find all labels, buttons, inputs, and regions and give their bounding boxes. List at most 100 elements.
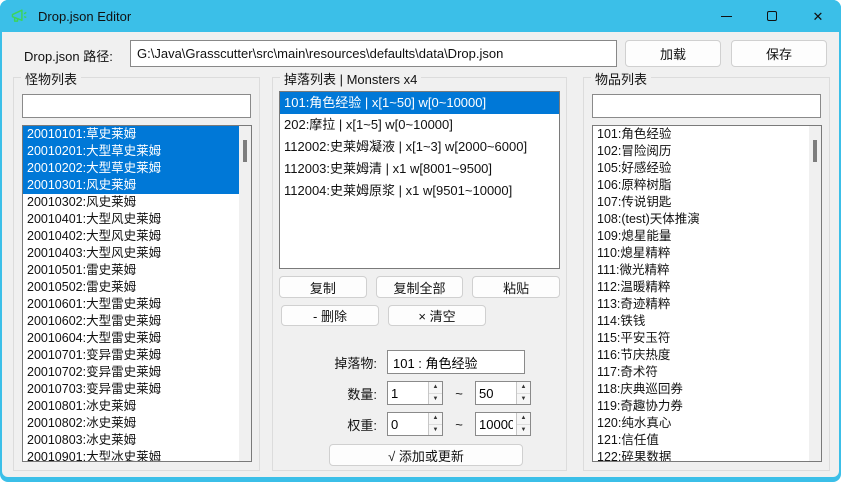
list-item[interactable]: 112002:史莱姆凝液 | x[1~3] w[2000~6000]: [280, 136, 559, 158]
list-item[interactable]: 20010602:大型雷史莱姆: [23, 313, 251, 330]
monster-list-scrollbar[interactable]: [239, 126, 251, 461]
list-item[interactable]: 112:温暖精粹: [593, 279, 821, 296]
spin-up-icon[interactable]: ▲: [517, 382, 530, 394]
count-max-input[interactable]: [476, 382, 516, 404]
list-item[interactable]: 20010502:雷史莱姆: [23, 279, 251, 296]
list-item[interactable]: 121:信任值: [593, 432, 821, 449]
list-item[interactable]: 105:好感经验: [593, 160, 821, 177]
list-item[interactable]: 106:原粹树脂: [593, 177, 821, 194]
list-item[interactable]: 20010702:变异雷史莱姆: [23, 364, 251, 381]
list-item[interactable]: 117:奇术符: [593, 364, 821, 381]
item-search-input[interactable]: [592, 94, 821, 118]
list-item[interactable]: 20010604:大型雷史莱姆: [23, 330, 251, 347]
count-row: 数量: ▲ ▼ ~ ▲ ▼: [301, 381, 556, 405]
spin-down-icon[interactable]: ▼: [517, 425, 530, 436]
list-item[interactable]: 20010901:大型冰史莱姆: [23, 449, 251, 462]
list-item[interactable]: 110:熄星精粹: [593, 245, 821, 262]
app-window: Drop.json Editor ✕ Drop.json 路径: 加载 保存 怪…: [0, 0, 841, 482]
list-item[interactable]: 111:微光精粹: [593, 262, 821, 279]
load-button[interactable]: 加载: [625, 40, 721, 67]
drop-panel-title: 掉落列表 | Monsters x4: [280, 69, 421, 88]
list-item[interactable]: 107:传说钥匙: [593, 194, 821, 211]
count-label: 数量:: [301, 384, 377, 403]
item-panel-title: 物品列表: [591, 69, 651, 88]
list-item[interactable]: 20010201:大型草史莱姆: [23, 143, 251, 160]
list-item[interactable]: 20010803:冰史莱姆: [23, 432, 251, 449]
count-max-stepper[interactable]: ▲ ▼: [475, 381, 531, 405]
item-list[interactable]: 101:角色经验102:冒险阅历105:好感经验106:原粹树脂107:传说钥匙…: [592, 125, 822, 462]
list-item[interactable]: 20010701:变异雷史莱姆: [23, 347, 251, 364]
list-item[interactable]: 119:奇趣协力券: [593, 398, 821, 415]
drop-button-row-1: 复制 复制全部 粘贴: [279, 276, 560, 298]
list-item[interactable]: 20010501:雷史莱姆: [23, 262, 251, 279]
weight-min-stepper[interactable]: ▲ ▼: [387, 412, 443, 436]
spin-down-icon[interactable]: ▼: [517, 394, 530, 405]
list-item[interactable]: 116:节庆热度: [593, 347, 821, 364]
monster-panel-title: 怪物列表: [21, 69, 81, 88]
item-list-scrollbar[interactable]: [809, 126, 821, 461]
add-or-update-button[interactable]: √ 添加或更新: [329, 444, 523, 466]
list-item[interactable]: 102:冒险阅历: [593, 143, 821, 160]
spin-down-icon[interactable]: ▼: [429, 394, 442, 405]
monster-scroll-thumb[interactable]: [243, 140, 247, 162]
drop-item-input[interactable]: [387, 350, 525, 374]
paste-button[interactable]: 粘贴: [472, 276, 560, 298]
list-item[interactable]: 112004:史莱姆原浆 | x1 w[9501~10000]: [280, 180, 559, 202]
copy-button[interactable]: 复制: [279, 276, 367, 298]
list-item[interactable]: 20010802:冰史莱姆: [23, 415, 251, 432]
count-min-input[interactable]: [388, 382, 428, 404]
list-item[interactable]: 202:摩拉 | x[1~5] w[0~10000]: [280, 114, 559, 136]
minimize-button[interactable]: [703, 0, 749, 32]
list-item[interactable]: 120:纯水真心: [593, 415, 821, 432]
close-button[interactable]: ✕: [795, 0, 841, 32]
list-item[interactable]: 20010703:变异雷史莱姆: [23, 381, 251, 398]
list-item[interactable]: 20010402:大型风史莱姆: [23, 228, 251, 245]
list-item[interactable]: 20010101:草史莱姆: [23, 126, 251, 143]
list-item[interactable]: 108:(test)天体推演: [593, 211, 821, 228]
drop-item-row: 掉落物:: [301, 350, 556, 374]
list-item[interactable]: 118:庆典巡回券: [593, 381, 821, 398]
weight-min-input[interactable]: [388, 413, 428, 435]
weight-label: 权重:: [301, 415, 377, 434]
app-megaphone-icon: [10, 7, 30, 25]
list-item[interactable]: 20010301:风史莱姆: [23, 177, 251, 194]
drop-list[interactable]: 101:角色经验 | x[1~50] w[0~10000]202:摩拉 | x[…: [279, 91, 560, 269]
list-item[interactable]: 113:奇迹精粹: [593, 296, 821, 313]
window-title: Drop.json Editor: [38, 9, 131, 24]
list-item[interactable]: 20010202:大型草史莱姆: [23, 160, 251, 177]
list-item[interactable]: 114:铁钱: [593, 313, 821, 330]
spin-up-icon[interactable]: ▲: [517, 413, 530, 425]
copy-all-button[interactable]: 复制全部: [376, 276, 464, 298]
list-item[interactable]: 20010801:冰史莱姆: [23, 398, 251, 415]
save-button[interactable]: 保存: [731, 40, 827, 67]
maximize-icon: [767, 11, 777, 21]
list-item[interactable]: 112003:史莱姆清 | x1 w[8001~9500]: [280, 158, 559, 180]
spin-up-icon[interactable]: ▲: [429, 413, 442, 425]
count-min-stepper[interactable]: ▲ ▼: [387, 381, 443, 405]
list-item[interactable]: 20010401:大型风史莱姆: [23, 211, 251, 228]
path-label: Drop.json 路径:: [24, 46, 113, 65]
delete-button[interactable]: - 删除: [281, 305, 379, 326]
spin-down-icon[interactable]: ▼: [429, 425, 442, 436]
list-item[interactable]: 20010302:风史莱姆: [23, 194, 251, 211]
list-item[interactable]: 122:碎果数据: [593, 449, 821, 462]
maximize-button[interactable]: [749, 0, 795, 32]
drop-button-row-2: - 删除 × 清空: [281, 305, 486, 326]
monster-list[interactable]: 20010101:草史莱姆20010201:大型草史莱姆20010202:大型草…: [22, 125, 252, 462]
weight-max-stepper[interactable]: ▲ ▼: [475, 412, 531, 436]
list-item[interactable]: 115:平安玉符: [593, 330, 821, 347]
count-range-tilde: ~: [443, 386, 475, 401]
list-item[interactable]: 109:熄星能量: [593, 228, 821, 245]
weight-row: 权重: ▲ ▼ ~ ▲ ▼: [301, 412, 556, 436]
path-input[interactable]: [130, 40, 617, 67]
list-item[interactable]: 20010601:大型雷史莱姆: [23, 296, 251, 313]
weight-max-input[interactable]: [476, 413, 516, 435]
monster-panel: 怪物列表 20010101:草史莱姆20010201:大型草史莱姆2001020…: [13, 77, 260, 471]
monster-search-input[interactable]: [22, 94, 251, 118]
list-item[interactable]: 20010403:大型风史莱姆: [23, 245, 251, 262]
clear-button[interactable]: × 清空: [388, 305, 486, 326]
item-scroll-thumb[interactable]: [813, 140, 817, 162]
list-item[interactable]: 101:角色经验 | x[1~50] w[0~10000]: [280, 92, 559, 114]
list-item[interactable]: 101:角色经验: [593, 126, 821, 143]
spin-up-icon[interactable]: ▲: [429, 382, 442, 394]
